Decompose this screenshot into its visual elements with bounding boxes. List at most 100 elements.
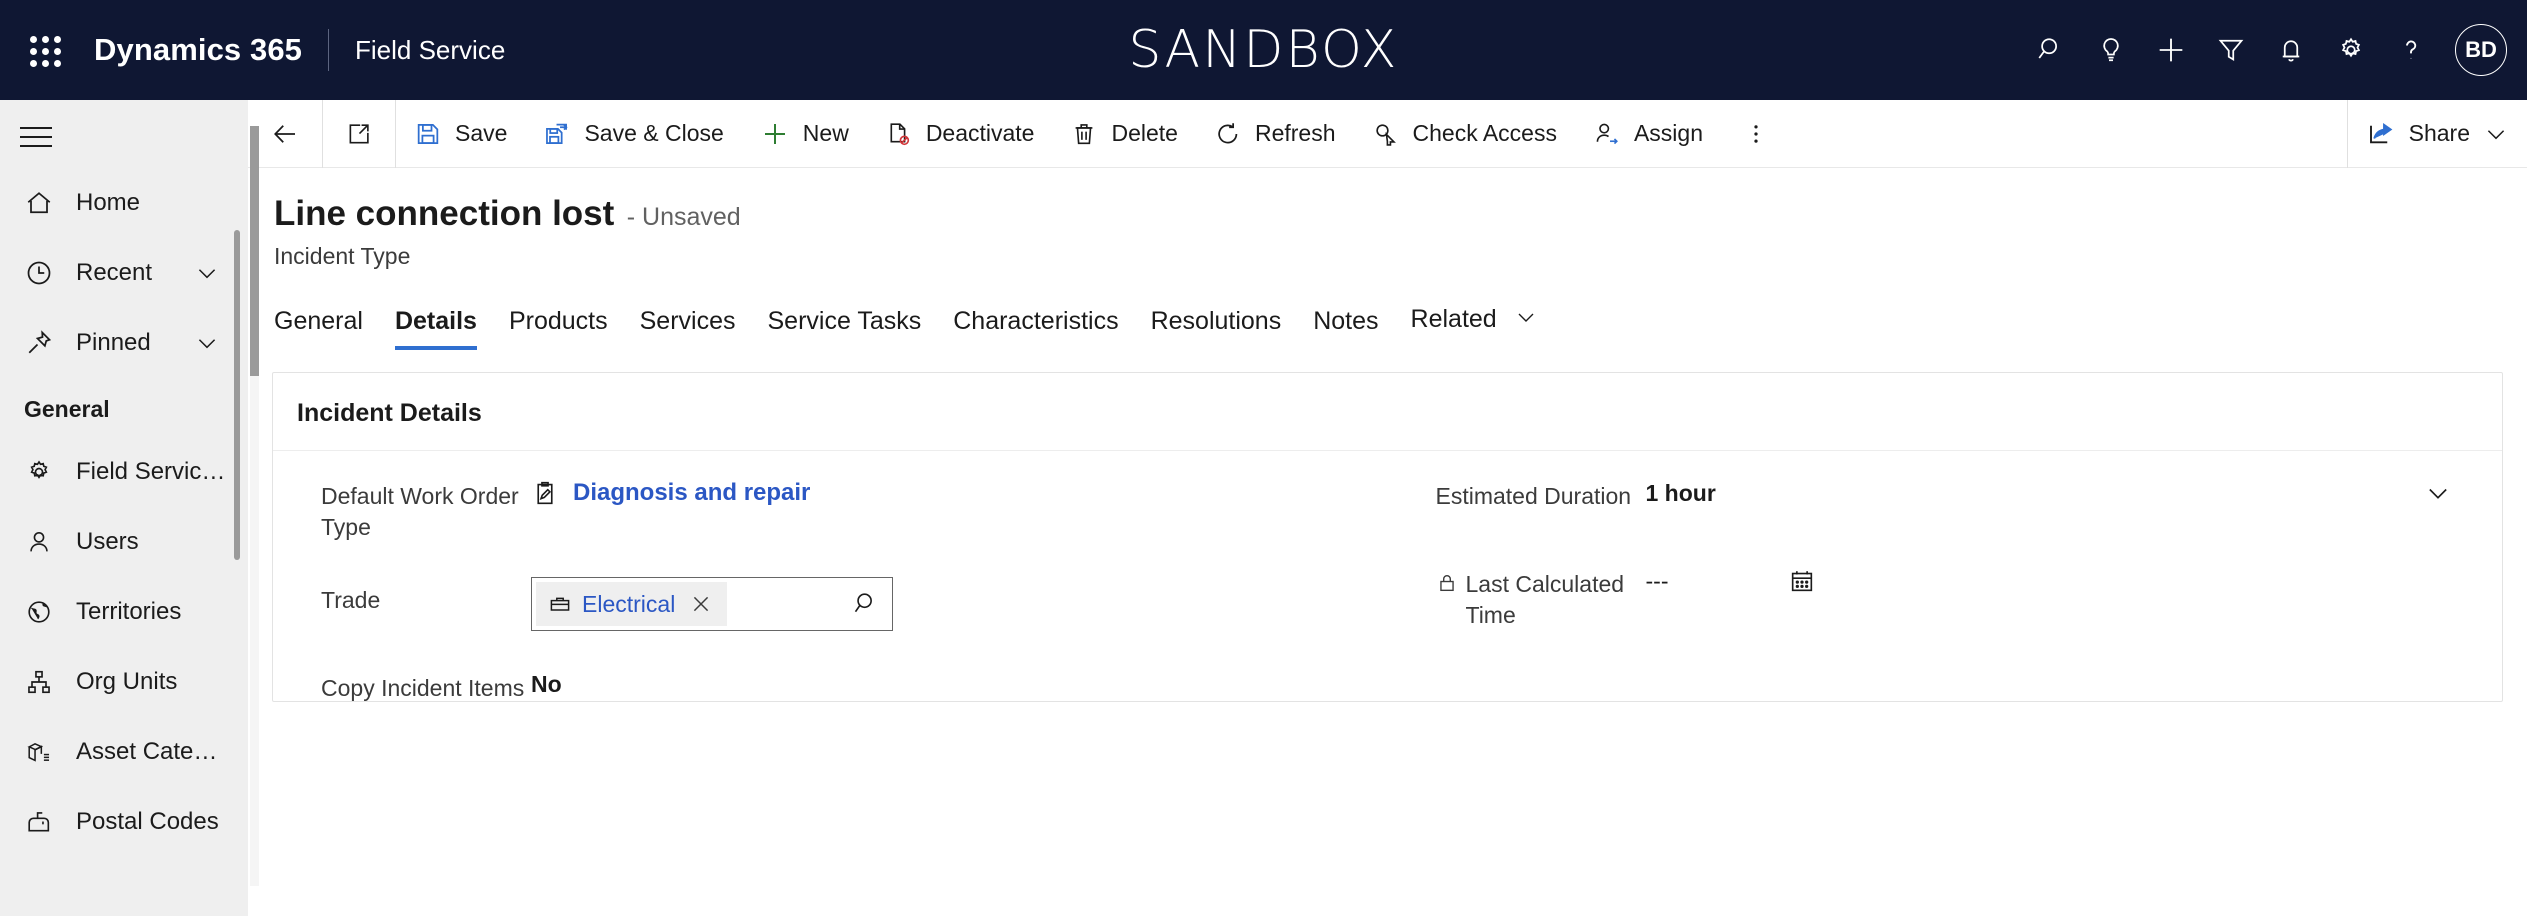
filter-icon[interactable]: [2201, 20, 2261, 80]
top-nav-actions: BD: [2021, 0, 2527, 100]
tab-general[interactable]: General: [274, 307, 379, 350]
sidebar-item-recent[interactable]: Recent: [0, 238, 248, 308]
field-label-wrap: Last Calculated Time: [1436, 561, 1646, 631]
app-launcher-waffle-icon[interactable]: [18, 24, 70, 76]
mailbox-icon: [22, 805, 56, 839]
globe-icon: [22, 595, 56, 629]
back-button[interactable]: [248, 100, 322, 168]
new-label: New: [802, 120, 849, 146]
form-column: Line connection lost - Unsaved Incident …: [248, 168, 2527, 916]
sidebar-item-pinned[interactable]: Pinned: [0, 308, 248, 378]
clipboard-pencil-icon: [531, 479, 559, 507]
tab-characteristics[interactable]: Characteristics: [937, 307, 1134, 350]
new-button[interactable]: New: [742, 100, 867, 168]
sidebar-item-label: Recent: [76, 259, 153, 286]
save-floppy-icon: [417, 123, 439, 144]
share-button[interactable]: Share: [2348, 100, 2527, 168]
calendar-icon[interactable]: [1788, 567, 1816, 595]
bell-icon[interactable]: [2261, 20, 2321, 80]
field-label: Trade: [321, 587, 381, 614]
sidebar-item-asset-categories[interactable]: Asset Categories: [0, 717, 248, 787]
avatar-initials: BD: [2465, 37, 2497, 62]
home-icon: [22, 186, 56, 220]
app-name-label[interactable]: Field Service: [355, 35, 505, 66]
sidebar-item-postal-codes[interactable]: Postal Codes: [0, 787, 248, 857]
record-title: Line connection lost: [274, 194, 615, 233]
section-title: Incident Details: [273, 373, 2502, 451]
chevron-down-icon: [2487, 129, 2505, 139]
assign-button[interactable]: Assign: [1575, 100, 1721, 168]
record-entity-name: Incident Type: [274, 243, 411, 269]
trade-value-text: Electrical: [582, 590, 676, 617]
popout-button[interactable]: [323, 100, 395, 168]
estimated-duration-value: 1 hour: [1645, 479, 1716, 506]
tab-services[interactable]: Services: [624, 307, 752, 350]
sidebar-item-label: Users: [76, 528, 139, 555]
delete-label: Delete: [1111, 120, 1178, 146]
refresh-button[interactable]: Refresh: [1196, 100, 1354, 168]
check-access-button[interactable]: Check Access: [1354, 100, 1575, 168]
tab-notes[interactable]: Notes: [1297, 307, 1394, 350]
field-value[interactable]: ---: [1646, 561, 2463, 595]
trash-icon: [1076, 123, 1093, 144]
tab-resolutions[interactable]: Resolutions: [1135, 307, 1298, 350]
question-icon[interactable]: [2381, 20, 2441, 80]
user-avatar[interactable]: BD: [2455, 24, 2507, 76]
sidebar-group-title: General: [24, 396, 110, 422]
chevron-down-icon[interactable]: [194, 330, 220, 356]
plus-icon: [764, 123, 785, 144]
arrow-left-icon: [274, 124, 295, 143]
trade-lookup-input[interactable]: Electrical: [531, 577, 893, 632]
record-save-state: - Unsaved: [626, 203, 741, 231]
chevron-down-icon: [1514, 305, 1538, 336]
last-calculated-time-value: ---: [1645, 567, 1669, 594]
plus-icon[interactable]: [2141, 20, 2201, 80]
sidebar-item-label: Home: [76, 189, 141, 216]
field-last-calculated-time: Last Calculated Time ---: [1436, 561, 2463, 631]
form-scroll-area: Line connection lost - Unsaved Incident …: [248, 126, 2527, 916]
field-value[interactable]: No: [531, 665, 1348, 698]
save-button[interactable]: Save: [396, 100, 525, 168]
field-value: Electrical: [531, 577, 1348, 632]
chevron-down-icon[interactable]: [194, 260, 220, 286]
gear-icon[interactable]: [2321, 20, 2381, 80]
hamburger-menu-icon[interactable]: [0, 106, 72, 168]
field-value[interactable]: 1 hour: [1646, 473, 2463, 507]
deactivate-button[interactable]: Deactivate: [867, 100, 1053, 168]
assign-label: Assign: [1633, 120, 1704, 146]
search-icon[interactable]: [852, 590, 886, 618]
sidebar-item-users[interactable]: Users: [0, 507, 248, 577]
form-scrollbar[interactable]: [250, 126, 259, 886]
deactivate-icon: [890, 122, 909, 145]
overflow-menu-button[interactable]: [1721, 100, 1791, 168]
chevron-down-icon[interactable]: [2424, 479, 2462, 507]
tab-related[interactable]: Related: [1395, 305, 1554, 350]
field-label: Estimated Duration: [1435, 483, 1632, 509]
tab-details[interactable]: Details: [379, 307, 493, 350]
main-content-area: Save Save & Close New Deactivate Delete …: [248, 99, 2527, 916]
lightbulb-icon[interactable]: [2081, 20, 2141, 80]
refresh-label: Refresh: [1254, 120, 1336, 146]
sidebar-scrollbar-thumb[interactable]: [234, 230, 240, 560]
section-body: Default Work Order Type Diagnosis and re…: [273, 451, 2502, 701]
record-header: Line connection lost - Unsaved Incident …: [274, 168, 2527, 270]
brand-title[interactable]: Dynamics 365: [94, 32, 302, 68]
form-tab-list: General Details Products Services Servic…: [274, 294, 2527, 350]
save-and-close-button[interactable]: Save & Close: [525, 100, 741, 168]
delete-button[interactable]: Delete: [1052, 100, 1195, 168]
sidebar-item-territories[interactable]: Territories: [0, 577, 248, 647]
sidebar-item-field-service-settings[interactable]: Field Service Setti...: [0, 437, 248, 507]
search-icon[interactable]: [2021, 20, 2081, 80]
close-icon[interactable]: [685, 592, 717, 616]
clock-icon: [22, 256, 56, 290]
sidebar-item-org-units[interactable]: Org Units: [0, 647, 248, 717]
default-work-order-type-link[interactable]: Diagnosis and repair: [573, 479, 810, 507]
field-value[interactable]: Diagnosis and repair: [531, 473, 1348, 507]
tab-products[interactable]: Products: [493, 307, 624, 350]
more-vertical-icon: [1754, 124, 1758, 143]
trade-selected-chip[interactable]: Electrical: [536, 582, 728, 627]
tab-service-tasks[interactable]: Service Tasks: [751, 307, 937, 350]
sidebar-item-home[interactable]: Home: [0, 168, 248, 238]
sidebar-item-label: Pinned: [76, 329, 151, 356]
field-estimated-duration: Estimated Duration 1 hour: [1436, 473, 2463, 527]
